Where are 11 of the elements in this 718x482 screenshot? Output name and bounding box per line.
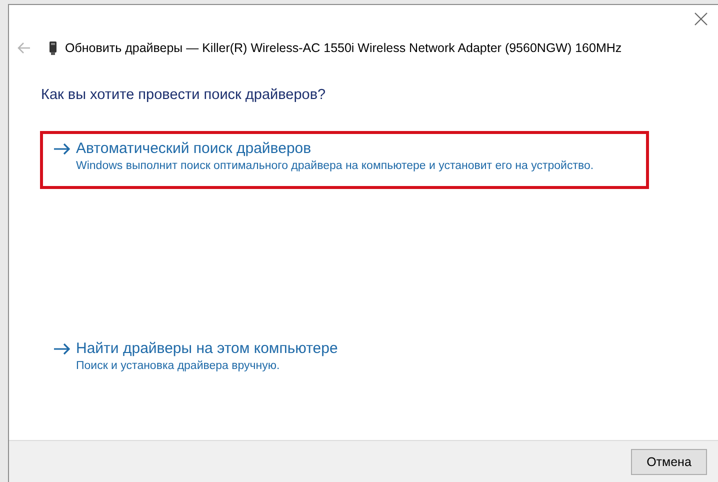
option-link[interactable]: Автоматический поиск драйверов xyxy=(76,140,312,157)
option-link[interactable]: Найти драйверы на этом компьютере xyxy=(76,340,338,357)
arrow-icon xyxy=(53,342,71,354)
dialog-heading: Как вы хотите провести поиск драйверов? xyxy=(41,87,327,103)
close-icon[interactable] xyxy=(694,12,708,26)
cancel-button[interactable]: Отмена xyxy=(631,448,707,474)
option-description: Windows выполнит поиск оптимального драйвера на компьютере и установит его на устройство. xyxy=(76,160,595,172)
dialog-title: Обновить драйверы — Killer(R) Wireless-AC 1550i Wireless Network Adapter (9560NGW) 160MHz xyxy=(65,41,622,55)
arrow-icon xyxy=(53,142,71,154)
device-icon xyxy=(49,41,57,55)
option-description: Поиск и установка драйвера вручную. xyxy=(76,360,281,372)
